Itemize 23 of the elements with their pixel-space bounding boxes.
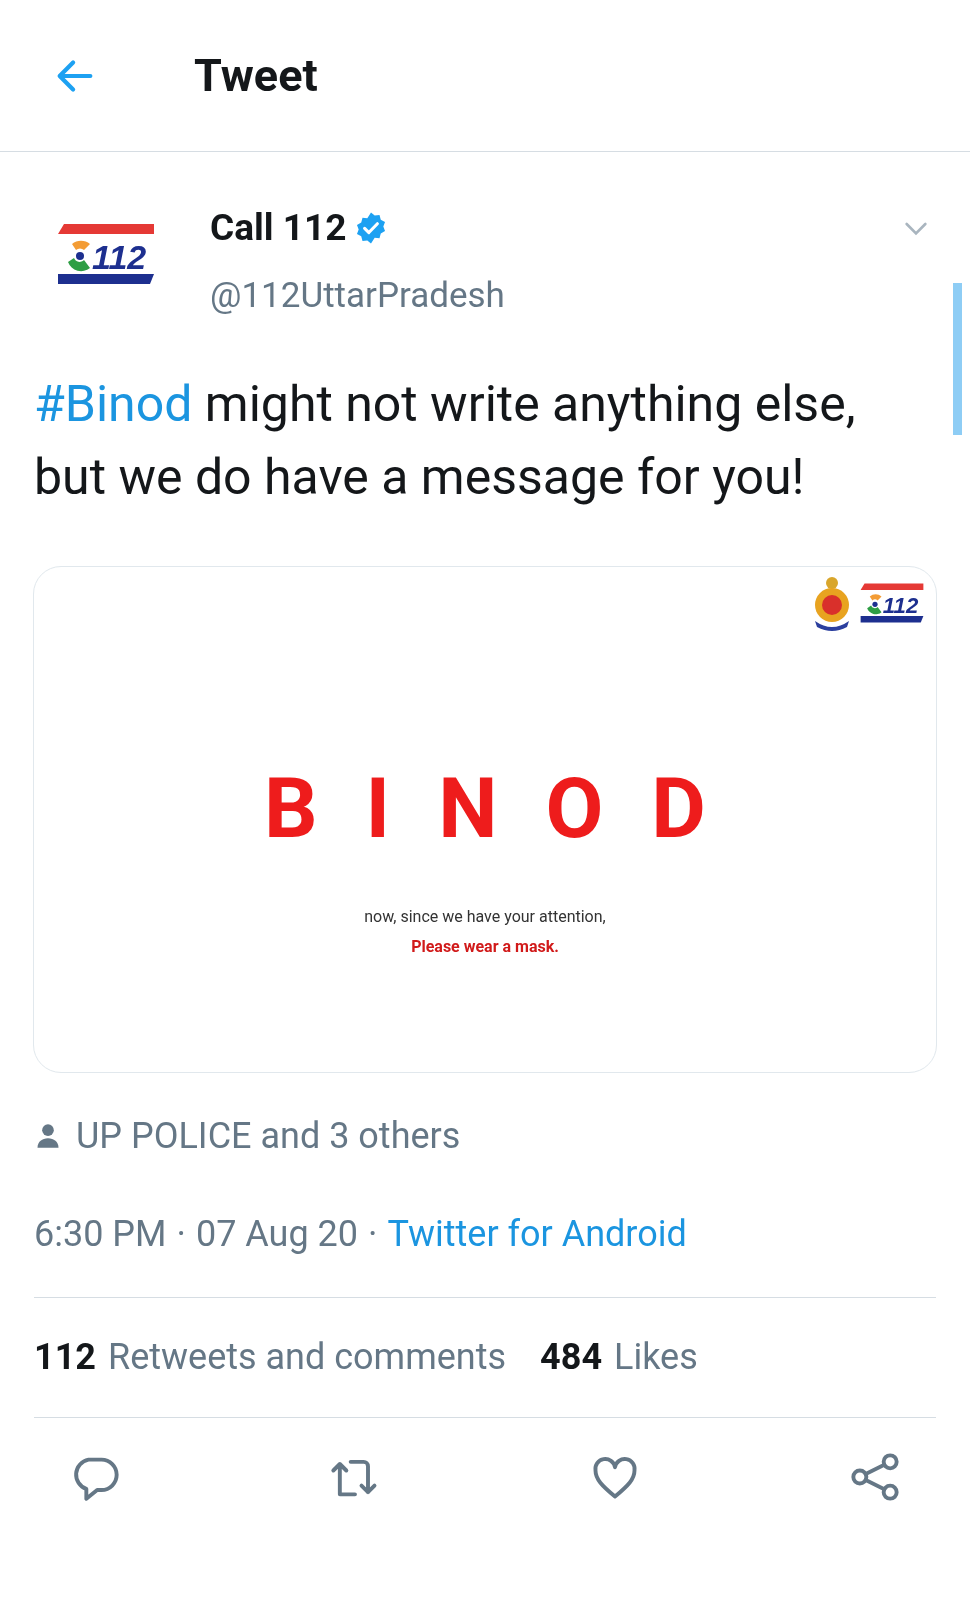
- page-title: Tweet: [194, 47, 318, 104]
- logo-drawing: 112: [858, 581, 926, 624]
- share-icon: [849, 1450, 901, 1503]
- stat-count[interactable]: 112: [34, 1330, 96, 1384]
- author-name[interactable]: Call 112: [210, 204, 347, 252]
- poster-notice: Please wear a mask.: [411, 935, 559, 958]
- poster-headline: BINOD: [263, 766, 754, 851]
- tweet-text: #Binod might not write anything else, but we do have a message for you!: [34, 373, 857, 508]
- timestamp-text: 07 Aug 20: [195, 1211, 359, 1257]
- stat-label[interactable]: Likes: [614, 1330, 698, 1384]
- poster-caption: now, since we have your attention,: [364, 905, 606, 928]
- source-link[interactable]: Twitter for Android: [387, 1206, 687, 1261]
- separator-dot: ·: [368, 1211, 378, 1257]
- author-handle[interactable]: @112UttarPradesh: [210, 270, 505, 323]
- stat-label[interactable]: Retweets and comments: [107, 1330, 507, 1384]
- separator-dot: ·: [176, 1211, 186, 1257]
- liked-by-text[interactable]: UP POLICE and 3 others: [76, 1108, 461, 1163]
- scrollbar[interactable]: [953, 283, 962, 435]
- logo-drawing: 112: [54, 222, 158, 286]
- hashtag-link[interactable]: #Binod: [34, 374, 193, 433]
- media-card[interactable]: 112 BINOD now, since we have your attention, Please wear a mask.: [33, 565, 937, 1073]
- timestamp-text: 6:30 PM: [34, 1211, 167, 1257]
- stat-count[interactable]: 484: [540, 1330, 603, 1384]
